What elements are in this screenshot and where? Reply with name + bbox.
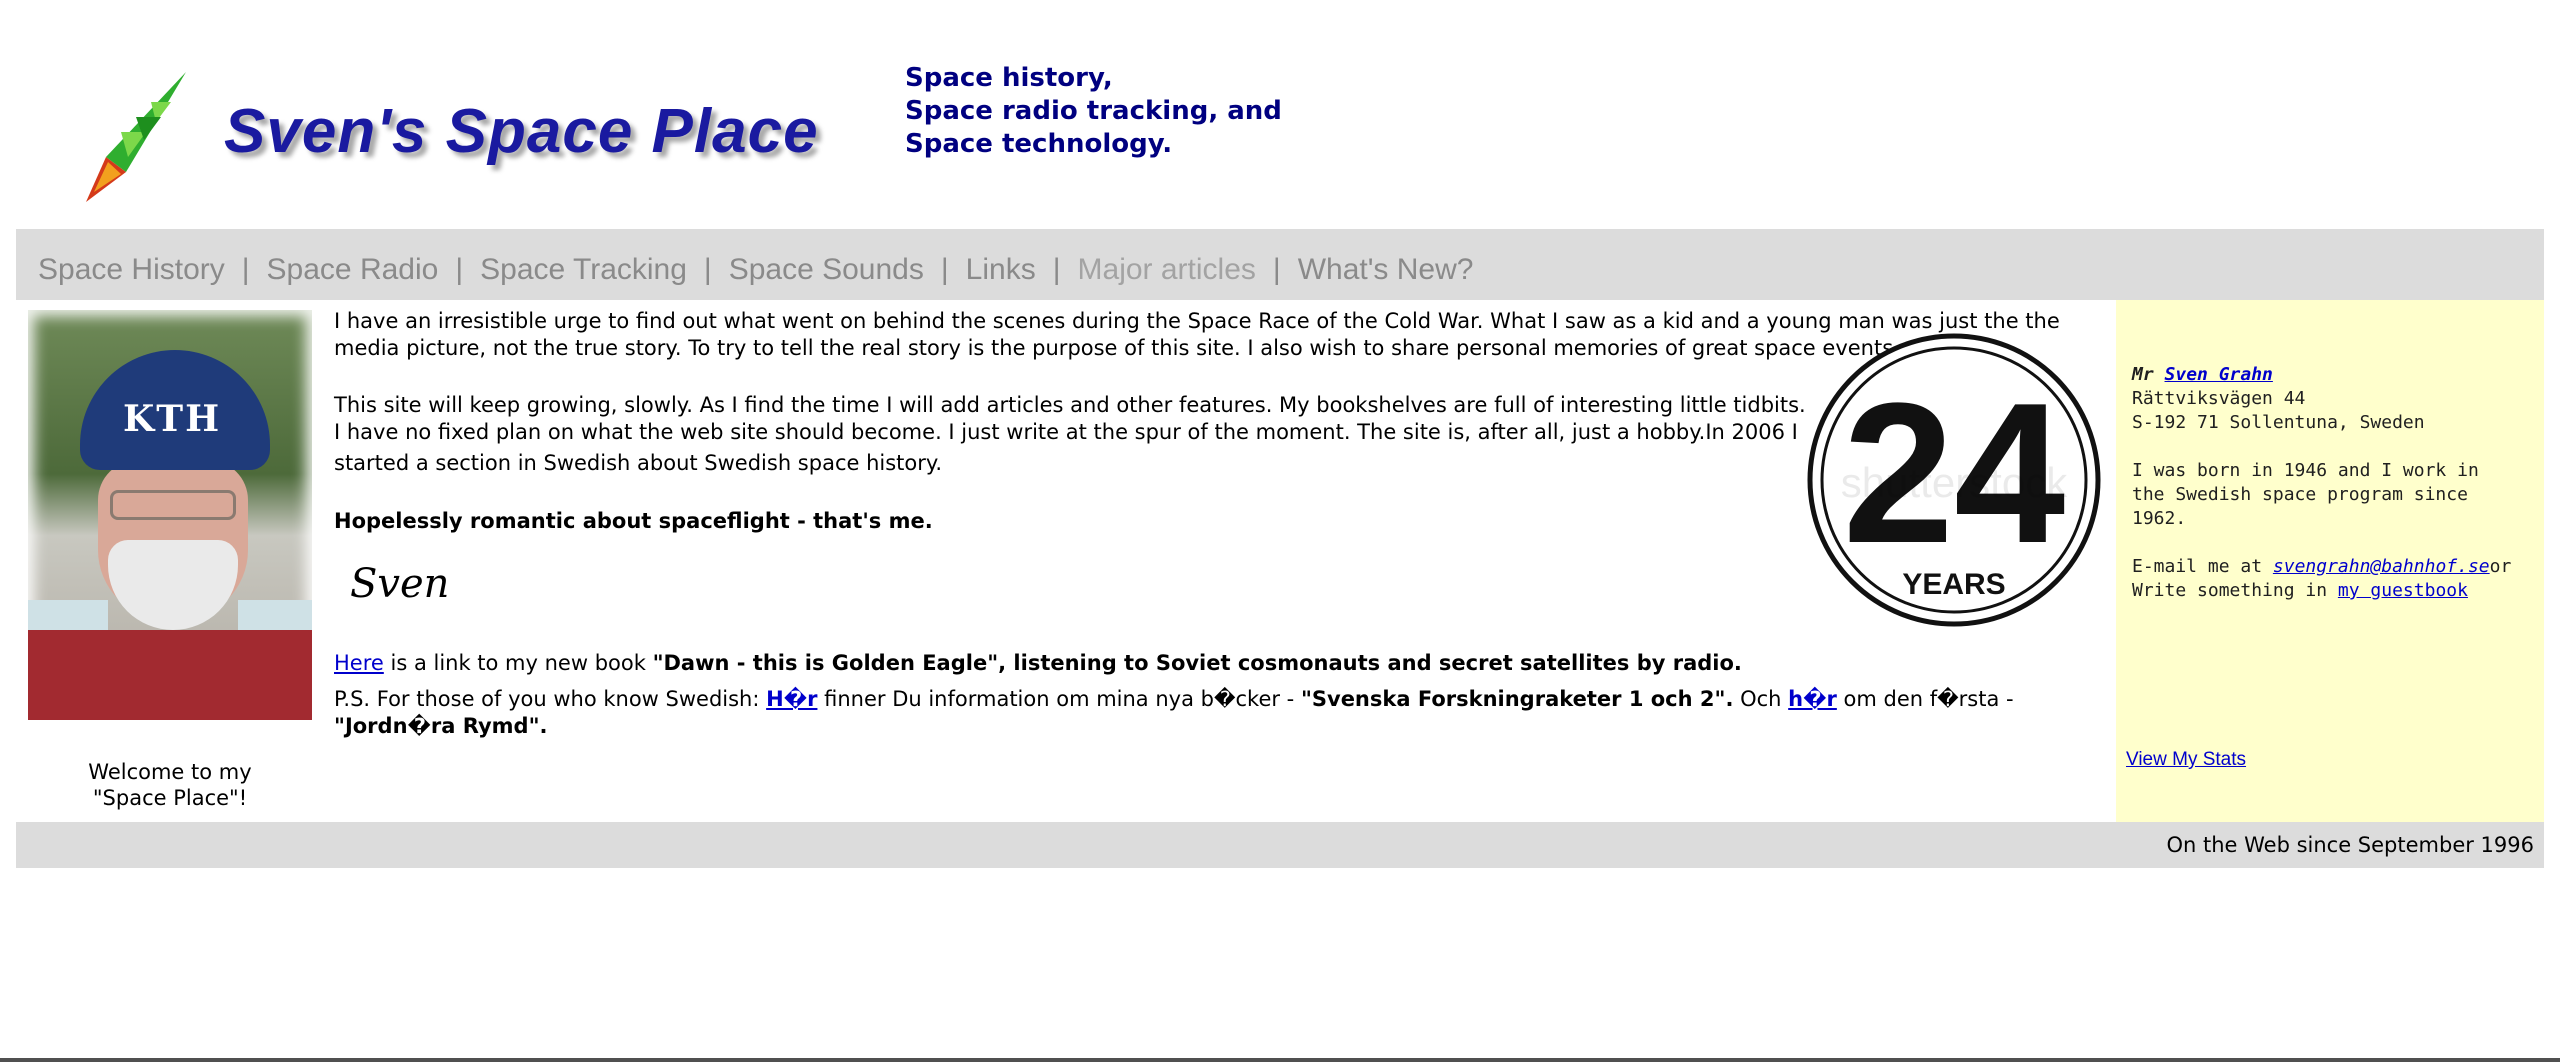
welcome-message: Welcome to my "Space Place"! (28, 759, 312, 811)
site-header: Sven's Space Place Space history, Space … (16, 0, 2544, 228)
book-line: Here is a link to my new book "Dawn - th… (334, 650, 2104, 677)
main-nav: Space History | Space Radio | Space Trac… (16, 229, 2544, 300)
first-book-link[interactable]: h�r (1788, 687, 1837, 711)
contact-city: S-192 71 Sollentuna, Sweden (2132, 412, 2425, 433)
nav-links[interactable]: Links (966, 253, 1036, 287)
nav-separator: | (1052, 252, 1061, 286)
email-link[interactable]: svengrahn@bahnhof.se (2273, 556, 2490, 577)
tagline-line: Space radio tracking, and (905, 96, 1282, 126)
nav-space-sounds[interactable]: Space Sounds (729, 253, 924, 287)
logo-text: Sven's Space Place (224, 97, 819, 166)
nav-separator: | (940, 252, 949, 286)
contact-name-line: Mr Sven Grahn (2132, 363, 2511, 387)
welcome-line: Welcome to my (88, 760, 252, 784)
photo-shirt (28, 630, 312, 720)
first-book-title: "Jordn�ra Rymd". (334, 714, 548, 738)
ps-intro: P.S. For those of you who know Swedish: (334, 687, 767, 711)
swedish-book-title: "Svenska Forskningraketer 1 och 2". (1300, 687, 1734, 711)
contact-info: Mr Sven Grahn Rättviksvägen 44 S-192 71 … (2132, 363, 2511, 603)
ps-line: P.S. For those of you who know Swedish: … (334, 686, 2104, 740)
nav-space-radio[interactable]: Space Radio (267, 253, 439, 287)
contact-street: Rättviksvägen 44 (2132, 388, 2306, 409)
book-title: "Dawn - this is Golden Eagle", listening… (652, 651, 1742, 675)
photo-cap-text: KTH (123, 398, 222, 440)
nav-space-history[interactable]: Space History (38, 253, 225, 287)
nav-major-articles[interactable]: Major articles (1078, 253, 1256, 287)
ps-text: om den f�rsta - (1836, 687, 2014, 711)
bio-line: the Swedish space program since (2132, 484, 2468, 505)
guestbook-prefix: Write something in (2132, 580, 2338, 601)
guestbook-link[interactable]: my guestbook (2338, 580, 2468, 601)
nav-space-tracking[interactable]: Space Tracking (480, 253, 687, 287)
contact-sidebar: Mr Sven Grahn Rättviksvägen 44 S-192 71 … (2116, 300, 2544, 822)
guestbook-line: Write something in my guestbook (2132, 579, 2511, 603)
main-content-area: KTH Welcome to my "Space Place"! I have … (16, 300, 2544, 822)
nav-separator: | (1272, 252, 1281, 286)
book-link[interactable]: Here (334, 651, 384, 675)
growth-paragraph: This site will keep growing, slowly. As … (334, 393, 1806, 444)
rocket-logo-icon (86, 72, 186, 202)
site-footer: On the Web since September 1996 (16, 822, 2544, 868)
view-stats-link[interactable]: View My Stats (2126, 749, 2246, 771)
contact-title: Mr (2132, 364, 2165, 385)
badge-watermark: shutterstock (1841, 459, 2068, 506)
nav-whats-new[interactable]: What's New? (1298, 253, 1474, 287)
photo-beard (108, 540, 238, 630)
email-prefix: E-mail me at (2132, 556, 2273, 577)
badge-label: YEARS (1902, 568, 2005, 601)
ps-text: finner Du information om mina nya b�cker… (817, 687, 1301, 711)
nav-separator: | (241, 252, 250, 286)
nav-separator: | (703, 252, 712, 286)
ps-text: Och (1733, 687, 1789, 711)
welcome-line: "Space Place"! (92, 786, 248, 810)
author-photo: KTH (28, 310, 312, 720)
anniversary-badge: 24 shutterstock YEARS (1807, 333, 2101, 627)
tagline-line: Space technology. (905, 129, 1173, 159)
tagline-line: Space history, (905, 63, 1113, 93)
email-line: E-mail me at svengrahn@bahnhof.seor (2132, 555, 2511, 579)
bio-line: I was born in 1946 and I work in (2132, 460, 2479, 481)
site-tagline: Space history, Space radio tracking, and… (905, 62, 1282, 161)
nav-separator: | (455, 252, 464, 286)
bio-line: 1962. (2132, 508, 2187, 529)
window-bottom-edge (0, 1058, 2560, 1062)
email-suffix: or (2489, 556, 2512, 577)
book-line-text: is a link to my new book (383, 651, 653, 675)
author-name-link[interactable]: Sven Grahn (2165, 364, 2273, 385)
photo-glasses (110, 490, 236, 520)
swedish-books-link[interactable]: H�r (766, 687, 817, 711)
